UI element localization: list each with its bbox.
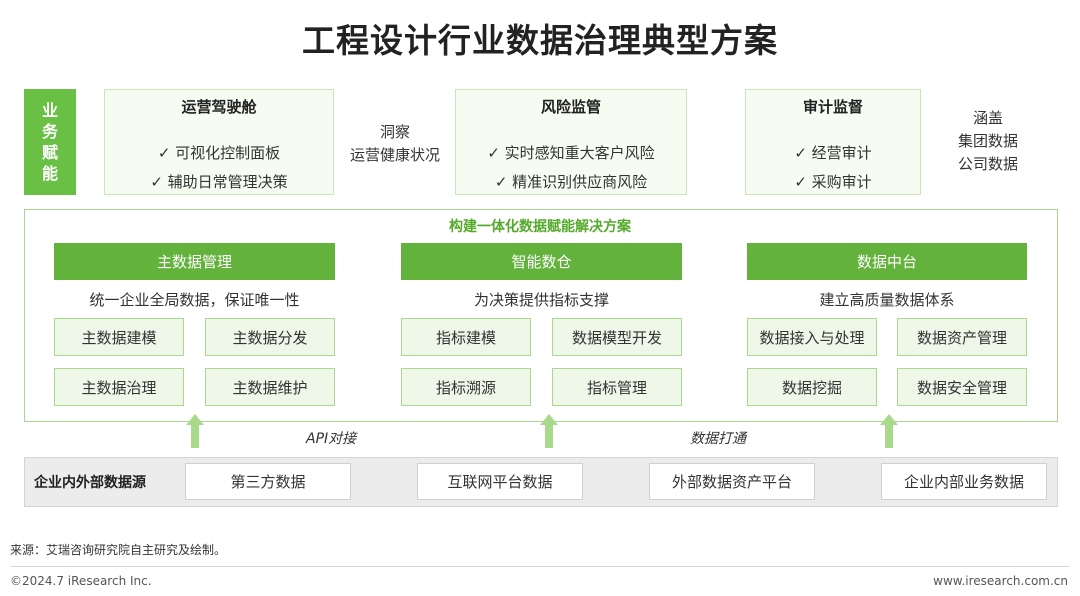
module-cell: 数据接入与处理 xyxy=(747,318,877,356)
top-box-risk: 风险监管 ✓ 实时感知重大客户风险 ✓ 精准识别供应商风险 xyxy=(455,89,687,195)
data-sources-label: 企业内外部数据源 xyxy=(34,475,146,491)
up-arrow-icon xyxy=(186,414,204,448)
top-box-item: ✓ 经营审计 xyxy=(794,144,872,162)
solution-title: 构建一体化数据赋能解决方案 xyxy=(449,219,631,235)
check-icon: ✓ xyxy=(794,173,807,191)
data-source-item: 企业内部业务数据 xyxy=(881,463,1047,500)
module-cell: 数据资产管理 xyxy=(897,318,1027,356)
check-icon: ✓ xyxy=(494,173,508,191)
top-box-item: ✓ 辅助日常管理决策 xyxy=(150,173,288,191)
top-box-title: 审计监督 xyxy=(802,98,863,116)
check-icon: ✓ xyxy=(157,144,171,162)
module-cell: 主数据分发 xyxy=(205,318,335,356)
module-cell: 数据模型开发 xyxy=(552,318,682,356)
footer-copyright: ©2024.7 iResearch Inc. xyxy=(10,574,152,588)
module-desc: 建立高质量数据体系 xyxy=(819,291,955,309)
top-box-audit: 审计监督 ✓ 经营审计 ✓ 采购审计 xyxy=(745,89,921,195)
module-header-smart-warehouse: 智能数仓 xyxy=(401,243,682,280)
note-coverage: 涵盖 集团数据 公司数据 xyxy=(957,109,1018,173)
top-box-item: ✓ 实时感知重大客户风险 xyxy=(487,144,655,162)
data-source-item: 第三方数据 xyxy=(185,463,351,500)
check-icon: ✓ xyxy=(487,144,500,162)
arrow-label-api: API对接 xyxy=(306,431,357,447)
side-label: 业务赋能 xyxy=(24,89,76,195)
up-arrow-icon xyxy=(540,414,558,448)
module-header-data-platform: 数据中台 xyxy=(747,243,1027,280)
module-cell: 指标建模 xyxy=(401,318,531,356)
top-box-title: 运营驾驶舱 xyxy=(181,98,257,116)
check-icon: ✓ xyxy=(794,144,807,162)
check-icon: ✓ xyxy=(150,173,163,191)
data-source-item: 外部数据资产平台 xyxy=(649,463,815,500)
top-box-cockpit: 运营驾驶舱 ✓ 可视化控制面板 ✓ 辅助日常管理决策 xyxy=(104,89,334,195)
top-box-item: ✓ 可视化控制面板 xyxy=(157,144,281,162)
source-note: 来源：艾瑞咨询研究院自主研究及绘制。 xyxy=(10,543,227,557)
module-cell: 指标溯源 xyxy=(401,368,531,406)
up-arrow-icon xyxy=(880,414,898,448)
page-title: 工程设计行业数据治理典型方案 xyxy=(302,21,778,60)
top-box-title: 风险监管 xyxy=(540,98,601,116)
module-header-master-data: 主数据管理 xyxy=(54,243,335,280)
module-cell: 主数据维护 xyxy=(205,368,335,406)
note-insight: 洞察 运营健康状况 xyxy=(349,123,440,164)
module-desc: 为决策提供指标支撑 xyxy=(473,291,609,309)
module-cell: 数据挖掘 xyxy=(747,368,877,406)
module-desc: 统一企业全局数据，保证唯一性 xyxy=(89,291,300,309)
module-cell: 主数据治理 xyxy=(54,368,184,406)
module-cell: 指标管理 xyxy=(552,368,682,406)
footer-divider xyxy=(10,566,1070,567)
arrow-label-data: 数据打通 xyxy=(690,431,746,447)
module-cell: 数据安全管理 xyxy=(897,368,1027,406)
top-box-item: ✓ 采购审计 xyxy=(794,173,872,191)
top-box-item: ✓ 精准识别供应商风险 xyxy=(494,173,648,191)
footer-website: www.iresearch.com.cn xyxy=(933,574,1068,588)
module-cell: 主数据建模 xyxy=(54,318,184,356)
data-source-item: 互联网平台数据 xyxy=(417,463,583,500)
